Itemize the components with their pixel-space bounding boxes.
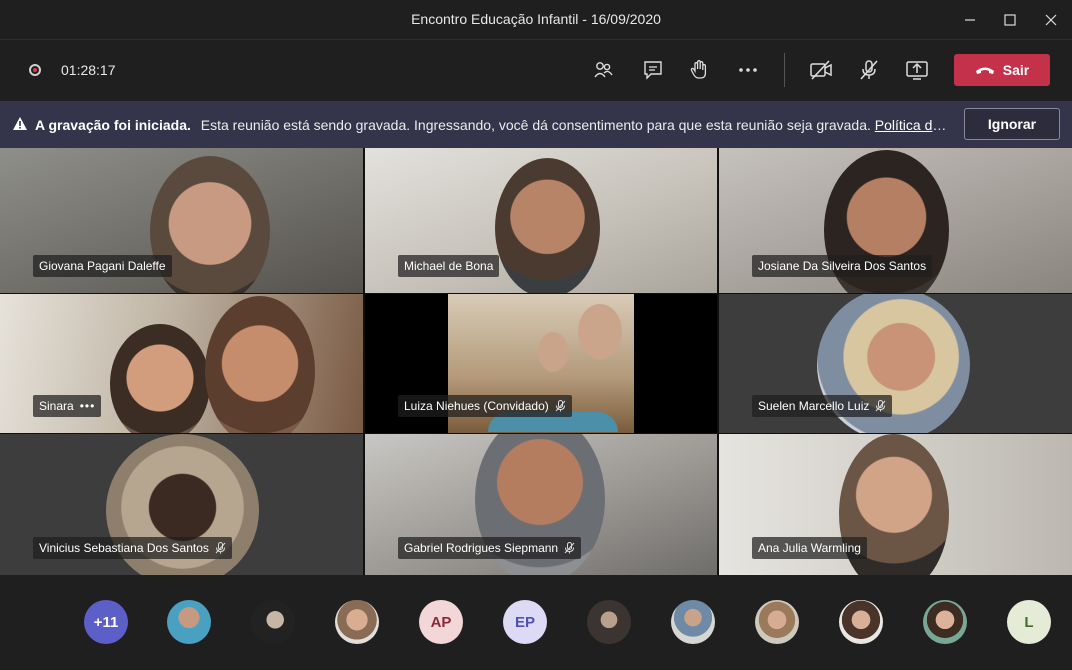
- participant-avatar[interactable]: [587, 600, 631, 644]
- banner-message: A gravação foi iniciada. Esta reunião es…: [35, 117, 947, 133]
- participant-video: [205, 296, 315, 433]
- participants-button[interactable]: [588, 55, 618, 85]
- more-options-icon[interactable]: •••: [80, 395, 96, 417]
- toolbar-divider: [784, 53, 785, 87]
- warning-icon: [13, 117, 27, 130]
- participant-name: Michael de Bona: [404, 259, 494, 273]
- participant-name: Vinicius Sebastiana Dos Santos: [39, 541, 209, 555]
- banner-title: A gravação foi iniciada.: [35, 117, 191, 133]
- name-tag: Suelen Marcello Luiz: [752, 395, 893, 417]
- participant-video: [495, 158, 600, 293]
- participant-avatar-initials[interactable]: L: [1007, 600, 1051, 644]
- participant-video: [110, 324, 210, 433]
- maximize-icon: [1004, 14, 1016, 26]
- video-tile[interactable]: Suelen Marcello Luiz: [719, 294, 1072, 433]
- raise-hand-icon: [690, 60, 707, 79]
- phone-hangup-icon: [975, 67, 994, 74]
- participant-avatar[interactable]: [755, 600, 799, 644]
- more-icon: [739, 68, 757, 72]
- participant-name: Giovana Pagani Daleffe: [39, 259, 166, 273]
- banner-text: Esta reunião está sendo gravada. Ingress…: [200, 117, 871, 133]
- mic-off-icon: [860, 60, 878, 80]
- name-tag: Sinara •••: [33, 395, 102, 417]
- close-button[interactable]: [1039, 8, 1063, 32]
- participant-avatar[interactable]: [839, 600, 883, 644]
- participant-name: Ana Julia Warmling: [758, 541, 861, 555]
- mic-toggle-button[interactable]: [854, 55, 884, 85]
- overflow-participants-button[interactable]: +11: [84, 600, 128, 644]
- share-screen-button[interactable]: [902, 55, 932, 85]
- title-bar: Encontro Educação Infantil - 16/09/2020: [0, 0, 1072, 39]
- video-tile[interactable]: Vinicius Sebastiana Dos Santos: [0, 434, 363, 575]
- share-screen-icon: [906, 61, 928, 80]
- meeting-timer: 01:28:17: [61, 62, 116, 78]
- name-tag: Josiane Da Silveira Dos Santos: [752, 255, 933, 277]
- privacy-policy-link[interactable]: Política de privacidade: [875, 117, 947, 133]
- video-tile[interactable]: Luiza Niehues (Convidado): [365, 294, 717, 433]
- participant-avatar[interactable]: [167, 600, 211, 644]
- participant-avatar-initials[interactable]: EP: [503, 600, 547, 644]
- name-tag: Gabriel Rodrigues Siepmann: [398, 537, 582, 559]
- participant-avatar[interactable]: [335, 600, 379, 644]
- participant-name: Sinara: [39, 399, 74, 413]
- name-tag: Luiza Niehues (Convidado): [398, 395, 572, 417]
- ignore-button[interactable]: Ignorar: [964, 108, 1060, 140]
- participant-avatar-initials[interactable]: AP: [419, 600, 463, 644]
- maximize-button[interactable]: [998, 8, 1022, 32]
- name-tag: Ana Julia Warmling: [752, 537, 867, 559]
- minimize-icon: [965, 19, 975, 21]
- participant-name: Gabriel Rodrigues Siepmann: [404, 541, 559, 555]
- participant-avatar[interactable]: [671, 600, 715, 644]
- participant-name: Josiane Da Silveira Dos Santos: [758, 259, 927, 273]
- name-tag: Vinicius Sebastiana Dos Santos: [33, 537, 232, 559]
- video-tile[interactable]: Giovana Pagani Daleffe: [0, 148, 363, 293]
- name-tag: Giovana Pagani Daleffe: [33, 255, 172, 277]
- leave-button[interactable]: Sair: [954, 54, 1050, 86]
- mic-off-icon: [564, 542, 575, 554]
- video-tile[interactable]: Sinara •••: [0, 294, 363, 433]
- window-title: Encontro Educação Infantil - 16/09/2020: [411, 11, 661, 27]
- participants-icon: [594, 62, 613, 78]
- mic-off-icon: [555, 400, 566, 412]
- mic-off-icon: [876, 400, 886, 412]
- participant-avatar[interactable]: [251, 600, 295, 644]
- participant-avatar[interactable]: [923, 600, 967, 644]
- meeting-toolbar: 01:28:17 Sair: [0, 39, 1072, 102]
- name-tag: Michael de Bona: [398, 255, 500, 277]
- close-icon: [1045, 14, 1057, 26]
- video-tile[interactable]: Michael de Bona: [365, 148, 717, 293]
- video-tile[interactable]: Ana Julia Warmling: [719, 434, 1072, 575]
- mic-off-icon: [215, 542, 226, 554]
- raise-hand-button[interactable]: [684, 55, 714, 85]
- participant-name: Suelen Marcello Luiz: [758, 399, 870, 413]
- camera-off-icon: [810, 60, 832, 80]
- chat-button[interactable]: [638, 55, 668, 85]
- more-actions-button[interactable]: [733, 55, 763, 85]
- leave-label: Sair: [1002, 62, 1030, 78]
- video-tile[interactable]: Josiane Da Silveira Dos Santos: [719, 148, 1072, 293]
- camera-toggle-button[interactable]: [806, 55, 836, 85]
- participant-name: Luiza Niehues (Convidado): [404, 399, 549, 413]
- video-tile[interactable]: Gabriel Rodrigues Siepmann: [365, 434, 717, 575]
- recording-banner: A gravação foi iniciada. Esta reunião es…: [0, 101, 1072, 148]
- chat-icon: [644, 61, 662, 80]
- video-grid: Giovana Pagani Daleffe Michael de Bona J…: [0, 148, 1072, 575]
- minimize-button[interactable]: [958, 8, 982, 32]
- participant-roster: +11 AP EP L: [0, 575, 1072, 670]
- recording-icon: [29, 64, 41, 76]
